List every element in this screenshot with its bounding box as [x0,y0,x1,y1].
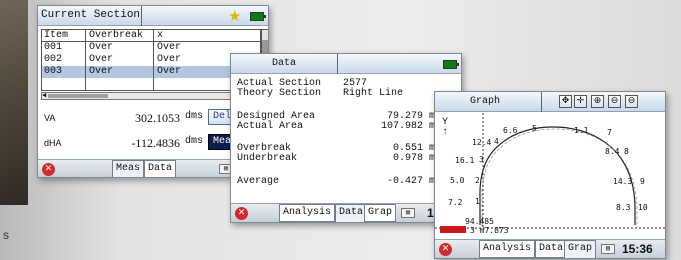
va-label: VA [44,113,56,123]
screen-title: Data [271,58,296,69]
dha-value: -112.4836 [131,136,180,150]
tab-data[interactable]: Data [144,160,177,177]
average-label: Average [237,176,280,187]
battery-icon [443,60,459,69]
point-label: 8 [624,147,629,156]
tab-meas[interactable]: Meas [112,160,145,177]
coordinates-readout: 94.485 [465,217,494,226]
tab-analysis[interactable]: Analysis [279,204,336,222]
data-screen: Data Actual Section 2577 Theory Section … [230,53,462,223]
tab-analysis[interactable]: Analysis [479,240,536,258]
dha-unit: dms [185,136,204,147]
move-icon[interactable]: ✥ [559,95,572,108]
table-row[interactable]: 002 Over Over [42,54,260,66]
tab-data[interactable]: Data [535,240,568,258]
keyboard-icon[interactable]: ▦ [601,244,615,254]
point-label: 12.4 [472,138,492,147]
table-header: Item Overbreak x [42,30,260,42]
tab-data[interactable]: Data [335,204,368,222]
cell-item: 001 [42,42,86,54]
section-profile-line [479,126,636,225]
point-label: 2 [475,176,480,185]
underbreak-label: Underbreak [237,153,298,164]
title-tab-divider [141,6,142,26]
tab-graph[interactable]: Grap [364,204,397,222]
point-label: 1 [475,197,480,206]
keyboard-icon[interactable]: ▦ [401,208,415,218]
header-x[interactable]: x [154,30,260,41]
cell-overbreak: Over [86,54,154,66]
point-label: 14.3 [613,177,633,186]
close-icon[interactable]: ✕ [439,243,452,256]
theory-section-label: Theory Section [237,88,322,99]
clock: 15:36 [622,242,653,256]
point-label: 3 [479,155,484,164]
point-label: 6.6 [503,126,518,135]
screen-title: Graph [469,96,500,107]
title-bar: Current Section ★ [38,6,268,26]
point-label: 8.4 [605,147,620,156]
close-icon[interactable]: ✕ [42,163,55,176]
section-graph[interactable]: Y ↑ 6.6 5 1.1 7 12.4 4 16.1 3 8.4 8 5.0 2… [435,113,665,239]
zoom-out-icon[interactable]: ⊖ [608,95,621,108]
background-photo [0,0,28,205]
point-label: 4 [494,137,499,146]
crosshair-icon[interactable]: ✛ [574,95,587,108]
battery-icon [250,12,266,21]
point-label: 1.1 [574,126,589,135]
point-label: 5 [532,124,537,133]
bottom-bar: ✕ Analysis Data Grap ▦ 15 [231,203,461,222]
title-bar: Graph ✥ ✛ ⊕ ⊖ ⊖ [435,92,665,112]
header-item[interactable]: Item [42,30,86,41]
point-label: 9 [640,177,645,186]
va-unit: dms [185,111,204,122]
cell-item: 003 [42,66,86,78]
zoom-in-icon[interactable]: ⊖ [625,95,638,108]
horizontal-scrollbar[interactable]: ◀ [41,92,261,100]
background-caption: s [3,228,9,242]
zoom-fit-icon[interactable]: ⊕ [591,95,604,108]
point-label: 10 [638,203,648,212]
point-label: 7 [607,128,612,137]
actual-area-label: Actual Area [237,121,304,132]
star-icon[interactable]: ★ [228,7,241,25]
station-marker [440,226,466,233]
table-row-empty [42,78,260,90]
cell-item: 002 [42,54,86,66]
title-tab-divider [337,54,338,74]
section-table: Item Overbreak x 001 Over Over 002 Over … [41,29,261,91]
header-overbreak[interactable]: Overbreak [86,30,154,41]
va-value: 302.1053 [135,111,180,125]
cell-overbreak: Over [86,42,154,54]
point-label: 7.2 [448,198,463,207]
title-bar: Data [231,54,461,74]
title-tab-divider [541,92,542,112]
table-row[interactable]: 001 Over Over [42,42,260,54]
coordinates-readout-2: 3 m7.873 [470,226,509,235]
screen-title: Current Section [41,9,141,21]
point-label: 5.0 [450,176,465,185]
dha-label: dHA [44,138,62,148]
cell-overbreak: Over [86,66,154,78]
close-icon[interactable]: ✕ [235,207,248,220]
table-row-selected[interactable]: 003 Over Over [42,66,260,78]
point-label: 16.1 [455,156,475,165]
point-label: 8.3 [616,203,631,212]
theory-section-value: Right Line [343,88,404,99]
tab-graph[interactable]: Grap [564,240,597,258]
bottom-bar: ✕ Analysis Data Grap ▦ 15:36 [435,239,665,258]
graph-screen: Graph ✥ ✛ ⊕ ⊖ ⊖ Y ↑ 6.6 5 1.1 7 12.4 4 16… [434,91,666,259]
